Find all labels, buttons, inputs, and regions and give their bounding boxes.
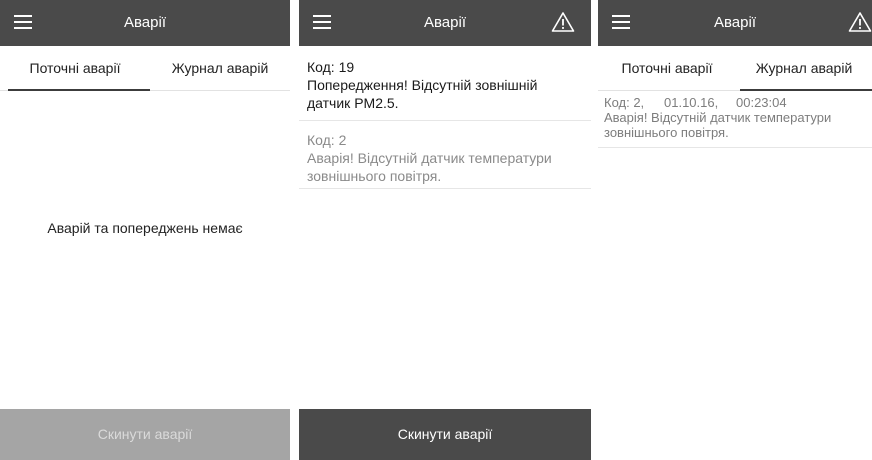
alarm-text: Аварія! Відсутній датчик температури зов… xyxy=(307,150,552,184)
log-entry-header: Код: 2, 01.10.16, 00:23:04 xyxy=(604,95,866,110)
log-entry-text: Аварія! Відсутній датчик температури зов… xyxy=(604,110,832,140)
screen-current-alarms-empty: Аварії Поточні аварії Журнал аварій Авар… xyxy=(0,0,290,460)
tab-alarm-log[interactable]: Журнал аварій xyxy=(150,46,290,90)
screen-alarm-log: Аварії Поточні аварії Журнал аварій Код:… xyxy=(598,0,872,460)
app-bar: Аварії xyxy=(299,0,591,46)
app-title: Аварії xyxy=(714,14,756,31)
screen-current-alarms-list: Аварії Код: 19 Попередження! Відсутній з… xyxy=(299,0,591,460)
alarm-item[interactable]: Код: 19 Попередження! Відсутній зовнішні… xyxy=(299,58,591,121)
app-bar: Аварії xyxy=(0,0,290,46)
warning-icon[interactable] xyxy=(551,11,575,33)
tab-bar: Поточні аварії Журнал аварій xyxy=(598,46,872,91)
alarm-text: Попередження! Відсутній зовнішній датчик… xyxy=(307,77,538,111)
tab-current-alarms[interactable]: Поточні аварії xyxy=(0,46,150,90)
tab-bar: Поточні аварії Журнал аварій xyxy=(0,46,290,91)
log-entry[interactable]: Код: 2, 01.10.16, 00:23:04 Аварія! Відсутн… xyxy=(598,91,872,148)
alarm-code: Код: 19 xyxy=(307,59,355,75)
alarm-code: Код: 2 xyxy=(307,132,347,148)
empty-state-message: Аварій та попереджень немає xyxy=(47,220,243,236)
alarm-item[interactable]: Код: 2 Аварія! Відсутній датчик температ… xyxy=(299,131,591,189)
tab-current-alarms[interactable]: Поточні аварії xyxy=(598,46,736,90)
app-title: Аварії xyxy=(424,14,466,31)
log-entry-code: Код: 2, xyxy=(604,95,645,110)
warning-icon[interactable] xyxy=(848,11,872,33)
tab-alarm-log[interactable]: Журнал аварій xyxy=(736,46,872,90)
reset-alarms-button[interactable]: Скинути аварії xyxy=(0,409,290,460)
app-bar: Аварії xyxy=(598,0,872,46)
reset-alarms-button[interactable]: Скинути аварії xyxy=(299,409,591,460)
app-title: Аварії xyxy=(124,14,166,31)
log-entry-time: 00:23:04 xyxy=(736,95,787,110)
log-entry-date: 01.10.16, xyxy=(664,95,719,110)
active-tab-indicator xyxy=(8,89,150,91)
